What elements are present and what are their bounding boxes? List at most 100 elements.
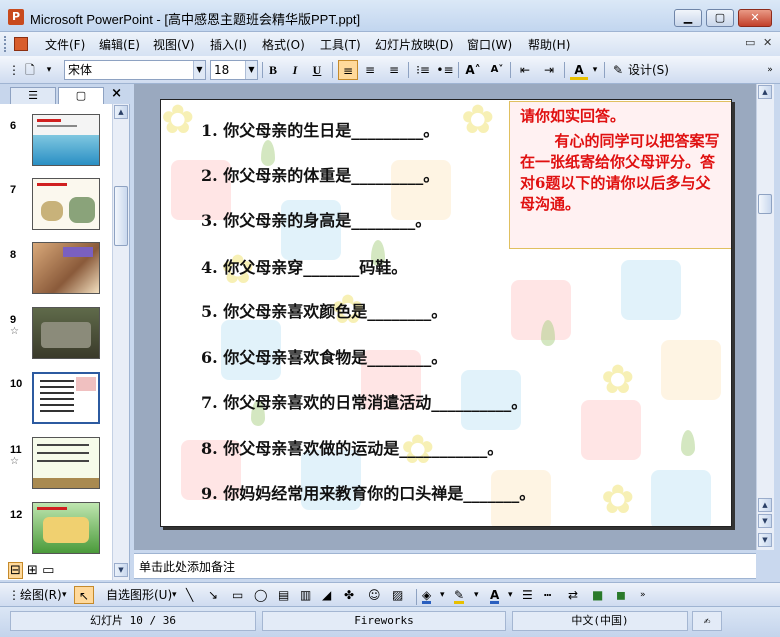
new-document-icon[interactable]: 🗋 — [20, 60, 40, 80]
normal-view-icon[interactable]: ⊟ — [8, 562, 23, 579]
background-pattern — [661, 340, 721, 400]
italic-button[interactable]: I — [286, 60, 304, 80]
scroll-up-icon[interactable]: ▲ — [114, 105, 128, 119]
chevron-down-icon[interactable]: ▼ — [245, 61, 257, 79]
previous-slide-icon[interactable]: ▲ — [758, 498, 772, 512]
menu-view[interactable]: 视图(V) — [153, 36, 195, 53]
slide-thumbnail-selected[interactable] — [32, 372, 100, 424]
clipart-icon[interactable]: ☺ — [368, 586, 381, 604]
next-slide-icon[interactable]: ▼ — [758, 514, 772, 528]
slide-thumbnail[interactable] — [32, 178, 100, 230]
slide-number: 8 — [10, 249, 17, 261]
design-button[interactable]: 设计(S) — [628, 60, 672, 80]
chevron-down-icon[interactable]: ▾ — [590, 60, 600, 80]
font-name-select[interactable]: 宋体 ▼ — [64, 60, 206, 80]
menu-window[interactable]: 窗口(W) — [467, 36, 512, 53]
scroll-down-icon[interactable]: ▼ — [114, 563, 128, 577]
arrow-style-icon[interactable]: ⇄ — [568, 586, 578, 604]
notes-pane[interactable]: 单击此处添加备注 — [134, 553, 756, 579]
menu-edit[interactable]: 编辑(E) — [99, 36, 140, 53]
align-right-button[interactable]: ≡ — [384, 60, 404, 80]
slide-thumbnail[interactable] — [32, 242, 100, 294]
design-icon[interactable]: ✎ — [610, 60, 626, 80]
arrow-tool-icon[interactable]: ↘ — [208, 586, 218, 604]
slide-thumbnail[interactable] — [32, 114, 100, 166]
select-pointer-icon[interactable]: ↖ — [74, 586, 94, 604]
flower-decoration: ✿ — [161, 99, 195, 143]
numbering-icon[interactable]: ⁝≡ — [414, 60, 432, 80]
textbox-tool-icon[interactable]: ▤ — [278, 586, 289, 604]
decrease-indent-icon[interactable]: ⇤ — [516, 60, 534, 80]
close-icon[interactable]: × — [111, 86, 122, 101]
line-color-icon[interactable]: ✎ — [454, 586, 465, 604]
menu-help[interactable]: 帮助(H) — [528, 36, 570, 53]
font-color-icon[interactable]: A — [570, 60, 588, 80]
font-color-icon[interactable]: A — [490, 586, 500, 604]
autoshapes-menu-button[interactable]: 自选图形(U) — [106, 586, 172, 604]
slide-scrollbar[interactable]: ▲ ▲ ▼ ▼ — [756, 84, 774, 550]
slideshow-icon[interactable]: ▭ — [42, 563, 54, 578]
outline-tab[interactable]: ☰ — [10, 87, 56, 104]
spelling-check-icon[interactable]: ✍ — [692, 611, 722, 631]
menu-format[interactable]: 格式(O) — [262, 36, 305, 53]
question-2: 2. 你父母亲的体重是_________。 — [201, 166, 440, 185]
toolbar-options-icon[interactable]: » — [764, 60, 776, 80]
3d-style-icon[interactable]: ◼ — [616, 586, 626, 604]
picture-icon[interactable]: ▨ — [392, 586, 403, 604]
instruction-textbox[interactable]: 请你如实回答。 有心的同学可以把答案写在一张纸寄给你父母评分。答对6题以下的请你… — [509, 101, 731, 249]
line-tool-icon[interactable]: ╲ — [186, 586, 193, 604]
menu-file[interactable]: 文件(F) — [45, 36, 85, 53]
line-style-icon[interactable]: ☰ — [522, 586, 533, 604]
chevron-down-icon[interactable]: ▾ — [474, 586, 479, 604]
slide-thumbnail[interactable] — [32, 307, 100, 359]
shadow-style-icon[interactable]: ■ — [592, 586, 603, 604]
chevron-down-icon[interactable]: ▾ — [172, 586, 177, 604]
doc-restore-icon[interactable]: ▭ — [745, 36, 755, 49]
increase-font-icon[interactable]: A˄ — [464, 60, 482, 80]
scrollbar-thumb[interactable] — [114, 186, 128, 246]
close-button[interactable]: ✕ — [738, 9, 772, 27]
bold-button[interactable]: B — [264, 60, 282, 80]
menu-insert[interactable]: 插入(I) — [210, 36, 247, 53]
font-size-select[interactable]: 18 ▼ — [210, 60, 258, 80]
slide-thumbnail[interactable] — [32, 437, 100, 489]
dash-style-icon[interactable]: ┅ — [544, 586, 551, 604]
chevron-down-icon[interactable]: ▾ — [440, 586, 445, 604]
toolbar-options-icon[interactable]: » — [640, 586, 646, 604]
menu-tools[interactable]: 工具(T) — [320, 36, 361, 53]
fill-color-icon[interactable]: ◈ — [422, 586, 432, 604]
slide-canvas[interactable]: ✿ ✿ ✿ ✿ ✿ ✿ ✿ 1. 你父母亲的生日是_________。 2. 你… — [160, 99, 732, 527]
chevron-down-icon[interactable]: ▾ — [62, 586, 67, 604]
scroll-up-icon[interactable]: ▲ — [758, 85, 772, 99]
grip-handle[interactable] — [4, 36, 8, 52]
maximize-button[interactable]: ▢ — [706, 9, 734, 27]
underline-button[interactable]: U — [308, 60, 326, 80]
minimize-button[interactable]: ▁ — [674, 9, 702, 27]
grip-handle[interactable]: ⋮ — [8, 60, 20, 80]
wordart-icon[interactable]: ◢ — [322, 586, 331, 604]
align-left-button[interactable]: ≡ — [338, 60, 358, 80]
thumbnails-scrollbar[interactable]: ▲ ▼ — [112, 104, 129, 580]
scrollbar-thumb[interactable] — [758, 194, 772, 214]
bullets-icon[interactable]: •≡ — [436, 60, 454, 80]
diagram-icon[interactable]: ✤ — [344, 586, 354, 604]
vertical-textbox-icon[interactable]: ▥ — [300, 586, 311, 604]
increase-indent-icon[interactable]: ⇥ — [540, 60, 558, 80]
grip-handle[interactable]: ⋮ — [8, 586, 20, 604]
rectangle-tool-icon[interactable]: ▭ — [232, 586, 243, 604]
slide-thumbnail[interactable] — [32, 502, 100, 554]
chevron-down-icon[interactable]: ▼ — [193, 61, 205, 79]
draw-menu-button[interactable]: 绘图(R) — [20, 586, 62, 604]
scroll-down-icon[interactable]: ▼ — [758, 533, 772, 547]
menu-slideshow[interactable]: 幻灯片放映(D) — [375, 36, 454, 53]
decrease-font-icon[interactable]: A˅ — [488, 60, 506, 80]
doc-close-icon[interactable]: ✕ — [763, 36, 772, 49]
chevron-down-icon[interactable]: ▾ — [508, 586, 513, 604]
align-center-button[interactable]: ≡ — [360, 60, 380, 80]
slide-sorter-icon[interactable]: ⊞ — [27, 563, 38, 578]
question-5: 5. 你父母亲喜欢颜色是________。 — [201, 302, 448, 321]
slides-tab[interactable]: ▢ — [58, 87, 104, 104]
chevron-down-icon[interactable]: ▾ — [42, 60, 56, 80]
document-icon[interactable] — [14, 37, 28, 51]
oval-tool-icon[interactable]: ◯ — [254, 586, 267, 604]
